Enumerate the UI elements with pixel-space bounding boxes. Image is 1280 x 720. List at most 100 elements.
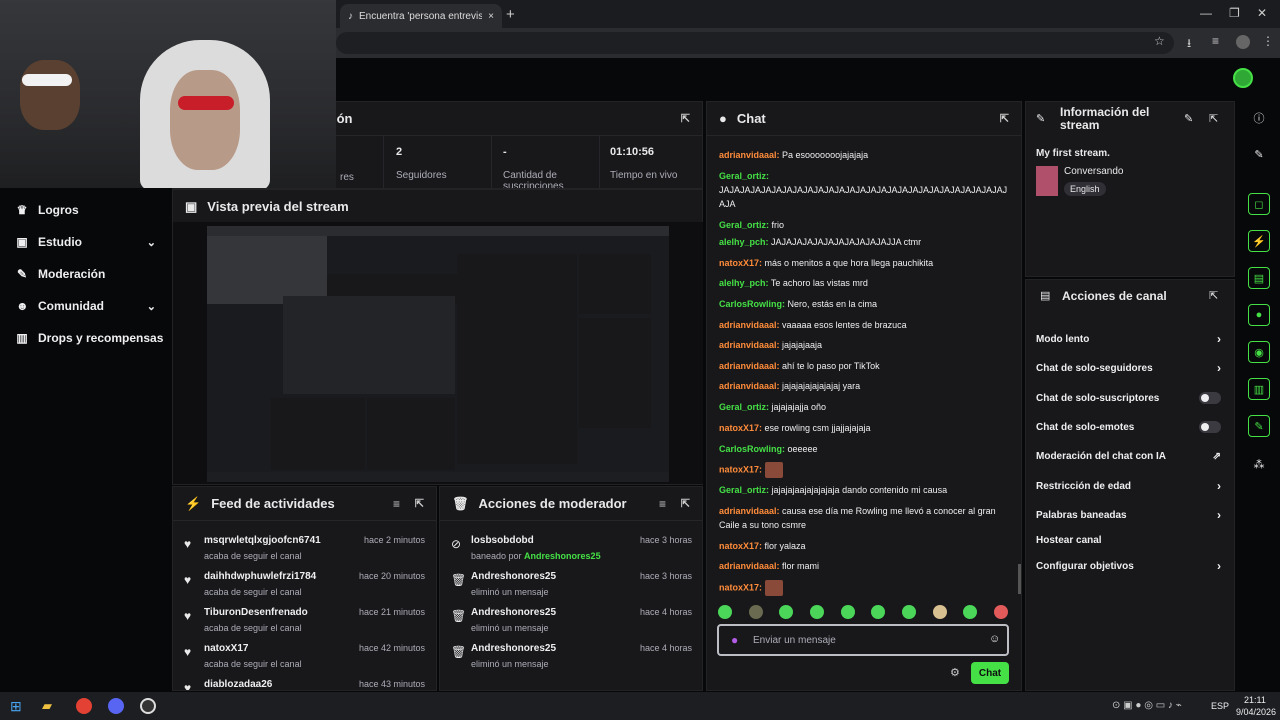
chrome-icon[interactable] <box>76 698 92 714</box>
pencil-icon[interactable]: ✎ <box>1248 143 1270 165</box>
chat-username[interactable]: alelhy_pch: <box>719 237 769 247</box>
windows-taskbar: ⊞ ▰ ⊙ ▣ ● ◎ ▭ ♪ ⌁ ESP 21:11 9/04/2026 <box>0 692 1280 720</box>
emote-icon[interactable] <box>779 605 794 619</box>
lightning-icon[interactable]: ⚡ <box>1248 230 1270 252</box>
focus-icon[interactable]: ◻ <box>1248 193 1270 215</box>
obs-icon[interactable] <box>140 698 156 714</box>
close-window-icon[interactable]: ✕ <box>1257 6 1267 20</box>
user-avatar[interactable] <box>1233 68 1253 88</box>
chat-send-button[interactable]: Chat <box>971 662 1009 684</box>
popout-icon[interactable]: ⇱ <box>681 112 690 125</box>
chat-text: jajajajajja oño <box>769 402 827 412</box>
chat-username[interactable]: CarlosRowling: <box>719 299 785 309</box>
windows-start-icon[interactable]: ⊞ <box>10 698 22 715</box>
chat-username[interactable]: natoxX17: <box>719 464 762 474</box>
minimize-icon[interactable]: — <box>1200 6 1212 20</box>
actions-icon: ▤ <box>1040 290 1051 302</box>
chat-username[interactable]: adrianvidaaal: <box>719 340 780 350</box>
filter-icon[interactable]: ≡ <box>659 497 666 511</box>
info-icon[interactable]: ⓘ <box>1248 107 1270 129</box>
filter-icon[interactable]: ≡ <box>393 497 400 511</box>
chat-username[interactable]: alelhy_pch: <box>719 278 769 288</box>
chat-username[interactable]: adrianvidaaal: <box>719 320 780 330</box>
popout-icon[interactable]: ⇱ <box>1000 112 1009 125</box>
emote-icon[interactable] <box>993 605 1008 619</box>
wrench-icon[interactable]: ✎ <box>1248 415 1270 437</box>
trash-icon: 🗑 <box>451 573 467 587</box>
chat-username[interactable]: natoxX17: <box>719 258 762 268</box>
tray-icons[interactable]: ⊙ ▣ ● ◎ ▭ ♪ ⌁ <box>1112 700 1182 711</box>
chat-username[interactable]: CarlosRowling: <box>719 444 785 454</box>
emote-icon[interactable] <box>809 605 824 619</box>
sidebar-item-drops[interactable]: ▥ Drops y recompensas <box>0 324 172 352</box>
extensions-icon[interactable]: ⁂ <box>1248 453 1270 475</box>
emotes-only-toggle[interactable] <box>1199 421 1221 433</box>
browser-tab[interactable]: ♪ Encuentra 'persona entrevista c × <box>340 4 502 28</box>
chat-username[interactable]: Geral_ortiz: <box>719 171 769 181</box>
action-solo-seguidores[interactable]: Chat de solo-seguidores › <box>1036 356 1221 380</box>
emote-icon[interactable] <box>901 605 916 619</box>
broadcast-icon[interactable]: ◉ <box>1248 341 1270 363</box>
chat-message: adrianvidaaal: flor mami <box>719 559 1009 573</box>
chat-username[interactable]: Geral_ortiz: <box>719 402 769 412</box>
chat-username[interactable]: natoxX17: <box>719 423 762 433</box>
new-tab-button[interactable]: + <box>506 6 515 23</box>
chat-username[interactable]: natoxX17: <box>719 582 762 592</box>
download-icon[interactable]: ⭳ <box>1187 34 1191 55</box>
popout-icon[interactable]: ⇱ <box>681 497 690 510</box>
document-icon[interactable]: ▤ <box>1248 267 1270 289</box>
emote-icon[interactable] <box>718 605 732 619</box>
action-restriccion-edad[interactable]: Restricción de edad › <box>1036 474 1221 498</box>
emote-icon[interactable] <box>963 605 978 619</box>
emote-icon[interactable] <box>748 605 763 619</box>
subscribers-only-toggle[interactable] <box>1199 392 1221 404</box>
emoji-icon[interactable]: ☺ <box>989 633 1000 645</box>
tab-close-icon[interactable]: × <box>488 11 494 22</box>
url-field[interactable] <box>336 32 1174 54</box>
chat-scrollbar[interactable] <box>1018 564 1021 594</box>
discord-icon[interactable] <box>108 698 124 714</box>
settings-gear-icon[interactable]: ⚙ <box>950 666 960 679</box>
media-icon[interactable]: ≡ <box>1212 34 1219 48</box>
emote-icon[interactable] <box>840 605 855 619</box>
folder-icon[interactable]: ▰ <box>42 698 52 714</box>
mod-header: 🗑 Acciones de moderador ≡ ⇱ <box>440 487 702 521</box>
sidebar-item-logros[interactable]: ♛ Logros <box>0 196 172 224</box>
clock-date[interactable]: 9/04/2026 <box>1236 707 1276 717</box>
bookmark-star-icon[interactable]: ☆ <box>1154 34 1165 48</box>
popout-icon[interactable]: ⇱ <box>415 497 424 510</box>
mic-icon[interactable]: ● <box>731 633 738 647</box>
preview-video[interactable] <box>207 226 669 482</box>
action-hostear-canal[interactable]: Hostear canal <box>1036 528 1221 552</box>
chat-username[interactable]: adrianvidaaal: <box>719 150 780 160</box>
chat-username[interactable]: adrianvidaaal: <box>719 361 780 371</box>
popout-icon[interactable]: ⇱ <box>1209 289 1218 302</box>
action-configurar-objetivos[interactable]: Configurar objetivos › <box>1036 554 1221 578</box>
clock-time[interactable]: 21:11 <box>1244 695 1266 705</box>
action-moderacion-ia[interactable]: Moderación del chat con IA ⇗ <box>1036 444 1221 468</box>
chat-message: adrianvidaaal: Pa esooooooojajajaja <box>719 148 1009 162</box>
chat-username[interactable]: adrianvidaaal: <box>719 381 780 391</box>
chat-username[interactable]: adrianvidaaal: <box>719 506 780 516</box>
chevron-down-icon: ⌄ <box>146 236 156 249</box>
chat-input[interactable]: ● Enviar un mensaje ☺ <box>717 624 1009 656</box>
language-indicator[interactable]: ESP <box>1211 701 1229 711</box>
moderator-icon[interactable]: ▥ <box>1248 378 1270 400</box>
action-modo-lento[interactable]: Modo lento › <box>1036 327 1221 351</box>
profile-avatar[interactable] <box>1236 35 1250 49</box>
maximize-icon[interactable]: ❐ <box>1229 6 1240 20</box>
menu-icon[interactable]: ⋮ <box>1262 34 1274 48</box>
popout-icon[interactable]: ⇱ <box>1209 112 1218 125</box>
emote-icon[interactable] <box>932 605 947 619</box>
sidebar-item-estudio[interactable]: ▣ Estudio ⌄ <box>0 228 172 256</box>
edit-pencil-icon[interactable]: ✎ <box>1184 112 1193 125</box>
emote-icon[interactable] <box>871 605 886 619</box>
chat-icon[interactable]: ● <box>1248 304 1270 326</box>
sidebar-item-comunidad[interactable]: ☻ Comunidad ⌄ <box>0 292 172 320</box>
chat-username[interactable]: Geral_ortiz: <box>719 220 769 230</box>
chat-username[interactable]: natoxX17: <box>719 541 762 551</box>
sidebar-item-moderacion[interactable]: ✎ Moderación <box>0 260 172 288</box>
chat-username[interactable]: adrianvidaaal: <box>719 561 780 571</box>
action-palabras-baneadas[interactable]: Palabras baneadas › <box>1036 503 1221 527</box>
chat-username[interactable]: Geral_ortiz: <box>719 485 769 495</box>
